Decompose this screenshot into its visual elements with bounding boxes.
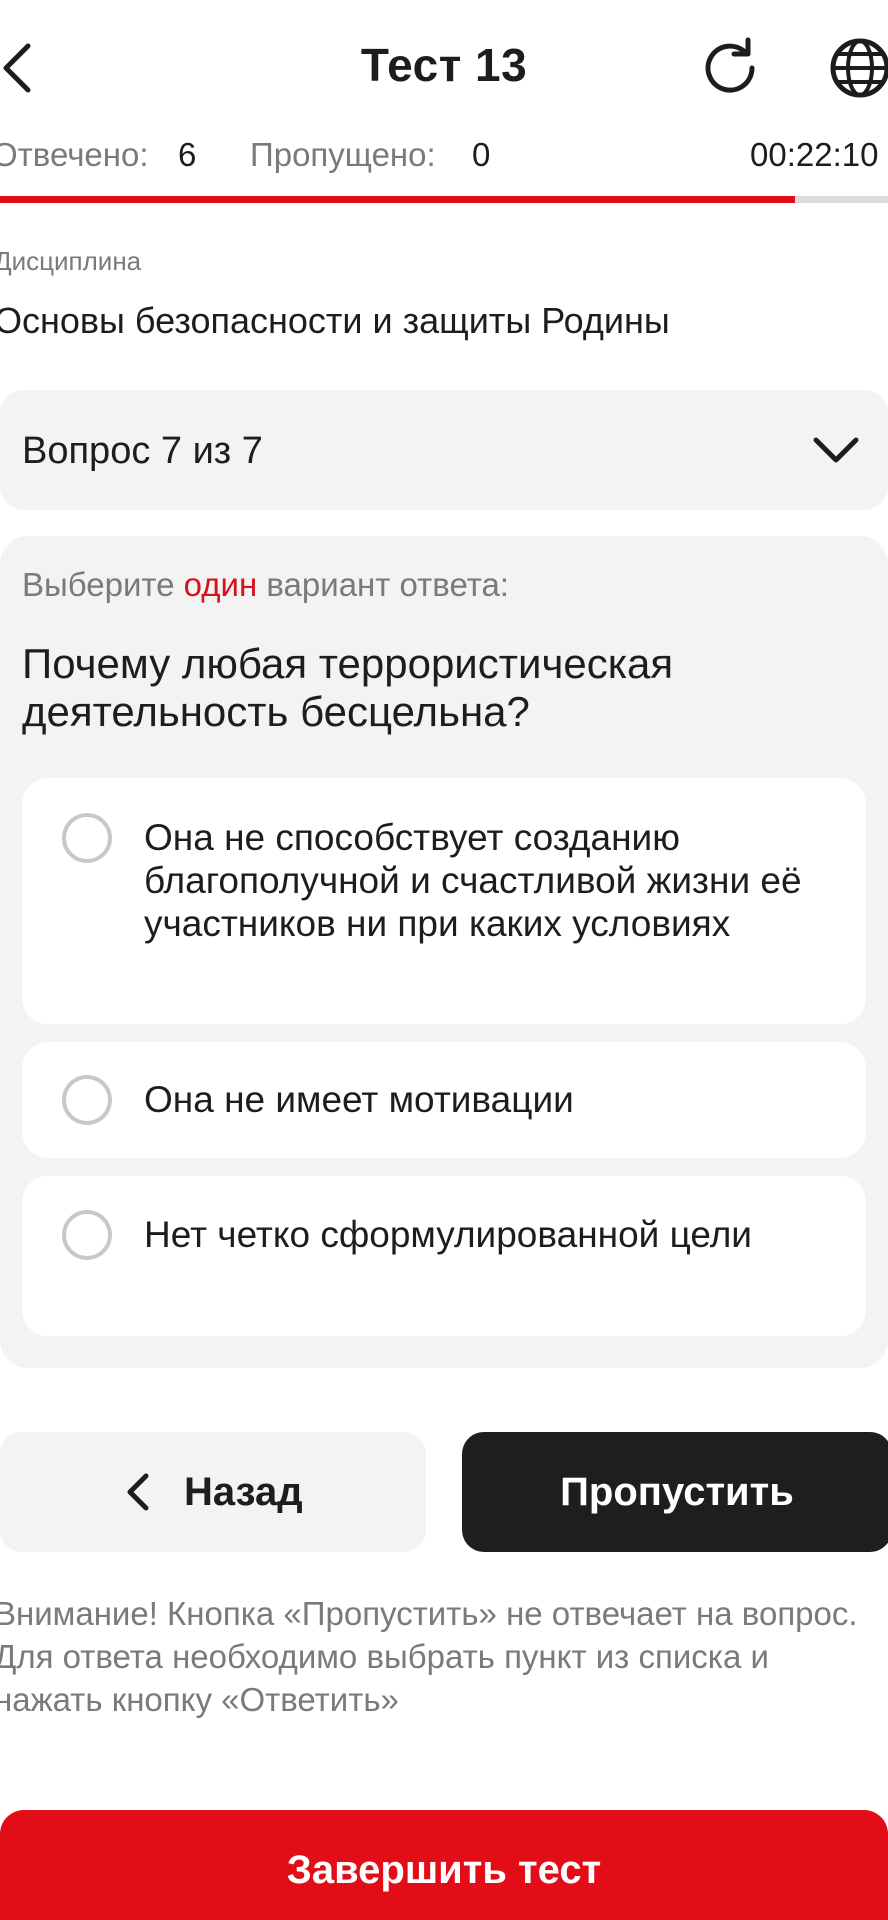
back-button-label: Назад (184, 1470, 303, 1514)
header: Тест 13 (0, 0, 888, 130)
answered-count: 6 (178, 136, 197, 173)
answer-option-text: Нет четко сформулированной цели (144, 1214, 752, 1255)
question-card: Выберите один вариант ответа: Почему люб… (0, 536, 888, 1368)
progress-fill (0, 196, 795, 203)
answer-option-text: Она не способствует созданию благополучн… (144, 817, 802, 944)
stats-bar: Отвечено: 6 Пропущено: 0 00:22:10 (0, 136, 888, 180)
chevron-left-icon (127, 1473, 149, 1511)
instruction-prefix: Выберите (22, 566, 175, 603)
question-text: Почему любая террористическая деятельнос… (22, 640, 674, 735)
answer-option-text: Она не имеет мотивации (144, 1079, 574, 1120)
progress-bar (0, 196, 888, 203)
skip-button[interactable]: Пропустить (462, 1432, 888, 1552)
back-button[interactable]: Назад (0, 1432, 426, 1552)
timer: 00:22:10 (750, 136, 879, 173)
chevron-down-icon (813, 437, 859, 463)
answer-instruction: Выберите один вариант ответа: (22, 566, 509, 604)
radio-button[interactable] (62, 1210, 112, 1260)
test-screen: Тест 13 Отвечено: 6 Пропущено: 0 00:22:1… (0, 0, 888, 1920)
skipped-label: Пропущено: (250, 136, 436, 173)
refresh-button[interactable] (698, 36, 762, 100)
globe-icon (830, 38, 888, 98)
answer-option[interactable]: Нет четко сформулированной цели (22, 1176, 866, 1336)
radio-button[interactable] (62, 1075, 112, 1125)
instruction-suffix: вариант ответа: (266, 566, 509, 603)
answer-option[interactable]: Она не способствует созданию благополучн… (22, 778, 866, 1024)
skipped-count: 0 (472, 136, 491, 173)
language-button[interactable] (828, 36, 888, 100)
refresh-icon (705, 37, 755, 93)
answer-option[interactable]: Она не имеет мотивации (22, 1042, 866, 1158)
answered-label: Отвечено: (0, 136, 149, 173)
discipline-label: Дисциплина (0, 246, 142, 276)
instruction-accent: один (183, 566, 258, 603)
question-selector[interactable]: Вопрос 7 из 7 (0, 390, 888, 510)
question-selector-label: Вопрос 7 из 7 (22, 430, 263, 472)
radio-button[interactable] (62, 813, 112, 863)
discipline-value: Основы безопасности и защиты Родины (0, 300, 670, 341)
finish-test-button[interactable]: Завершить тест (0, 1810, 888, 1920)
skip-notice: Внимание! Кнопка «Пропустить» не отвечае… (0, 1595, 858, 1718)
